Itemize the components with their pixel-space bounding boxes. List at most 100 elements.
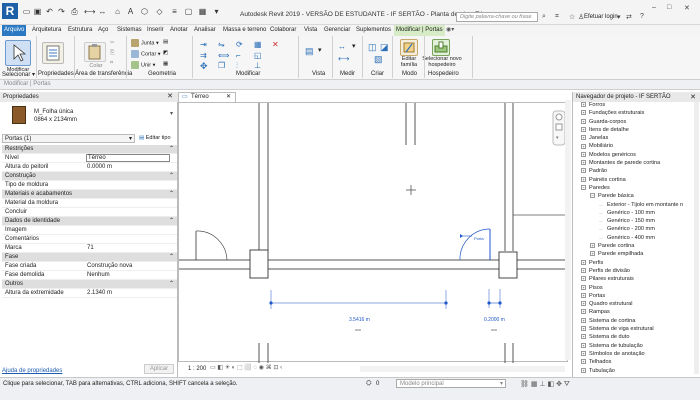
- dimension-tool-icon[interactable]: ⟷: [338, 54, 349, 63]
- temporary-hide-icon[interactable]: ◌: [254, 365, 258, 371]
- search-input[interactable]: Digite palavra-chave ou frase: [456, 12, 538, 22]
- shadows-icon[interactable]: ◐: [232, 365, 236, 371]
- 3d-view-icon[interactable]: ⬡: [140, 7, 149, 16]
- select-pinned-icon[interactable]: ⊥: [539, 381, 545, 388]
- canvas-horizontal-scrollbar[interactable]: [360, 366, 565, 372]
- browser-tree-item[interactable]: + Janelas: [573, 134, 695, 142]
- expand-icon[interactable]: +: [581, 267, 586, 273]
- property-row[interactable]: Fase demolida Nenhum: [2, 271, 177, 280]
- sun-path-icon[interactable]: ☀: [225, 365, 230, 371]
- ribbon-minimize-icon[interactable]: ◉▾: [444, 25, 456, 36]
- array-icon[interactable]: ▦: [254, 40, 262, 49]
- properties-help-link[interactable]: Ajuda de propriedades: [2, 368, 62, 374]
- join-button[interactable]: Unir ▾: [131, 61, 155, 69]
- property-row[interactable]: Concluir: [2, 208, 177, 217]
- login-button[interactable]: Efetuar login: [584, 14, 618, 20]
- section-icon[interactable]: ◇: [155, 7, 164, 16]
- zoom-region-icon[interactable]: [555, 123, 563, 131]
- browser-tree-item[interactable]: − Parede básica: [573, 192, 695, 200]
- create-similar-icon[interactable]: ◫: [368, 42, 377, 53]
- dimension-grip[interactable]: [444, 301, 448, 305]
- measure-icon[interactable]: ⟷: [84, 7, 95, 16]
- browser-tree-item[interactable]: — Genérico - 200 mm: [573, 225, 695, 233]
- chevron-down-icon[interactable]: ▾: [617, 13, 621, 21]
- browser-tree-item[interactable]: + Telhados: [573, 358, 695, 366]
- property-row[interactable]: Marca 71: [2, 244, 177, 253]
- property-row[interactable]: Nível Térreo: [2, 154, 177, 163]
- expand-icon[interactable]: +: [590, 251, 595, 257]
- trim-icon[interactable]: ⌐: [236, 51, 241, 60]
- instance-filter-select[interactable]: Portas (1) ▾: [2, 134, 135, 143]
- tab-estrutura[interactable]: Estrutura: [66, 25, 94, 36]
- type-name[interactable]: M_Folha única: [34, 109, 73, 115]
- create-parts-icon[interactable]: ▧: [374, 54, 383, 65]
- collapse-icon[interactable]: ⌃: [169, 190, 174, 199]
- property-group-header[interactable]: Materiais e acabamentos ⌃: [2, 190, 177, 199]
- group-label-selecionar[interactable]: Selecionar ▾: [2, 71, 35, 78]
- collapse-icon[interactable]: ⌃: [169, 253, 174, 262]
- redo-icon[interactable]: ↷: [57, 7, 66, 16]
- detail-level-icon[interactable]: ▭: [210, 365, 216, 371]
- browser-tree-item[interactable]: + Parede cortina: [573, 242, 695, 250]
- browser-tree-item[interactable]: + Fundações estruturais: [573, 109, 695, 117]
- offset-icon[interactable]: ⇉: [200, 51, 207, 60]
- browser-tree-item[interactable]: + Perfis: [573, 259, 695, 267]
- view-tab-terreo[interactable]: ▭ Térreo ✕: [178, 92, 236, 102]
- workset-icon[interactable]: ⛭: [366, 380, 372, 388]
- property-value[interactable]: 2.1340 m: [87, 289, 112, 298]
- edit-type-button[interactable]: ▤ Editar tipo: [139, 134, 177, 143]
- property-row[interactable]: Fase criada Construção nova: [2, 262, 177, 271]
- expand-icon[interactable]: +: [581, 342, 586, 348]
- pin-icon[interactable]: ⊥: [254, 61, 261, 70]
- floor-plan-drawing[interactable]: Porta 3.5416 m 0.2000 m ▾: [179, 103, 569, 363]
- expand-icon[interactable]: +: [581, 143, 586, 149]
- tab-gerenciar[interactable]: Gerenciar: [322, 25, 352, 36]
- column[interactable]: [249, 249, 269, 279]
- column[interactable]: [498, 251, 518, 279]
- measure-dropdown-icon[interactable]: ▾: [352, 42, 356, 50]
- geometry-icon-c[interactable]: ▦: [163, 61, 168, 67]
- save-icon[interactable]: ▣: [33, 7, 42, 16]
- browser-tree-item[interactable]: + Montantes de parede cortina: [573, 159, 695, 167]
- dimension-grip[interactable]: [498, 301, 502, 305]
- tab-aco[interactable]: Aço: [96, 25, 110, 36]
- property-group-header[interactable]: Dados de identidade ⌃: [2, 217, 177, 226]
- property-row[interactable]: Altura do peitoril 0.0000 m: [2, 163, 177, 172]
- design-option-select[interactable]: Modelo principal ▾: [396, 379, 506, 388]
- qat-menu-icon[interactable]: ▾: [212, 7, 221, 16]
- crop-view-icon[interactable]: ⬚: [237, 365, 243, 371]
- subscription-icon[interactable]: ⌗: [555, 13, 559, 21]
- dimension-icon[interactable]: ↔: [98, 7, 107, 16]
- dimension-value[interactable]: 0.2000 m: [484, 317, 505, 323]
- expand-icon[interactable]: +: [581, 317, 586, 323]
- browser-tree-item[interactable]: — Genérico - 150 mm: [573, 217, 695, 225]
- collapse-icon[interactable]: −: [590, 193, 595, 199]
- browser-tree-item[interactable]: + Pilares estruturais: [573, 275, 695, 283]
- highlight-displacement-icon[interactable]: ⊡: [273, 365, 278, 371]
- apply-button[interactable]: Aplicar: [144, 364, 174, 374]
- browser-tree-item[interactable]: + Sistema de duto: [573, 333, 695, 341]
- expand-icon[interactable]: +: [590, 243, 595, 249]
- browser-tree-item[interactable]: + Itens de detalhe: [573, 126, 695, 134]
- property-group-header[interactable]: Restrições ⌃: [2, 145, 177, 154]
- rotate-icon[interactable]: ⟳: [236, 40, 243, 49]
- revit-logo-icon[interactable]: R: [2, 3, 18, 19]
- create-group-icon[interactable]: ◪: [380, 42, 389, 53]
- select-by-face-icon[interactable]: ◧: [547, 381, 554, 388]
- view-icon[interactable]: ▤: [305, 46, 314, 57]
- close-hidden-icon[interactable]: ▢: [184, 7, 193, 16]
- collapse-icon[interactable]: ⌃: [169, 217, 174, 226]
- browser-tree-item[interactable]: + Guarda-corpos: [573, 118, 695, 126]
- select-underlay-icon[interactable]: ▦: [531, 381, 538, 388]
- expand-icon[interactable]: +: [581, 359, 586, 365]
- expand-icon[interactable]: +: [581, 350, 586, 356]
- measure-tool-icon[interactable]: ↔: [338, 42, 346, 51]
- dimension-grip[interactable]: [269, 301, 273, 305]
- expand-icon[interactable]: +: [581, 102, 586, 108]
- expand-icon[interactable]: +: [581, 259, 586, 265]
- expand-icon[interactable]: +: [581, 110, 586, 116]
- expand-icon[interactable]: +: [581, 276, 586, 282]
- browser-tree-item[interactable]: + Sistema de cortina: [573, 317, 695, 325]
- geometry-icon-a[interactable]: ▤: [163, 39, 168, 45]
- drawing-area[interactable]: Porta 3.5416 m 0.2000 m ▾: [178, 102, 569, 363]
